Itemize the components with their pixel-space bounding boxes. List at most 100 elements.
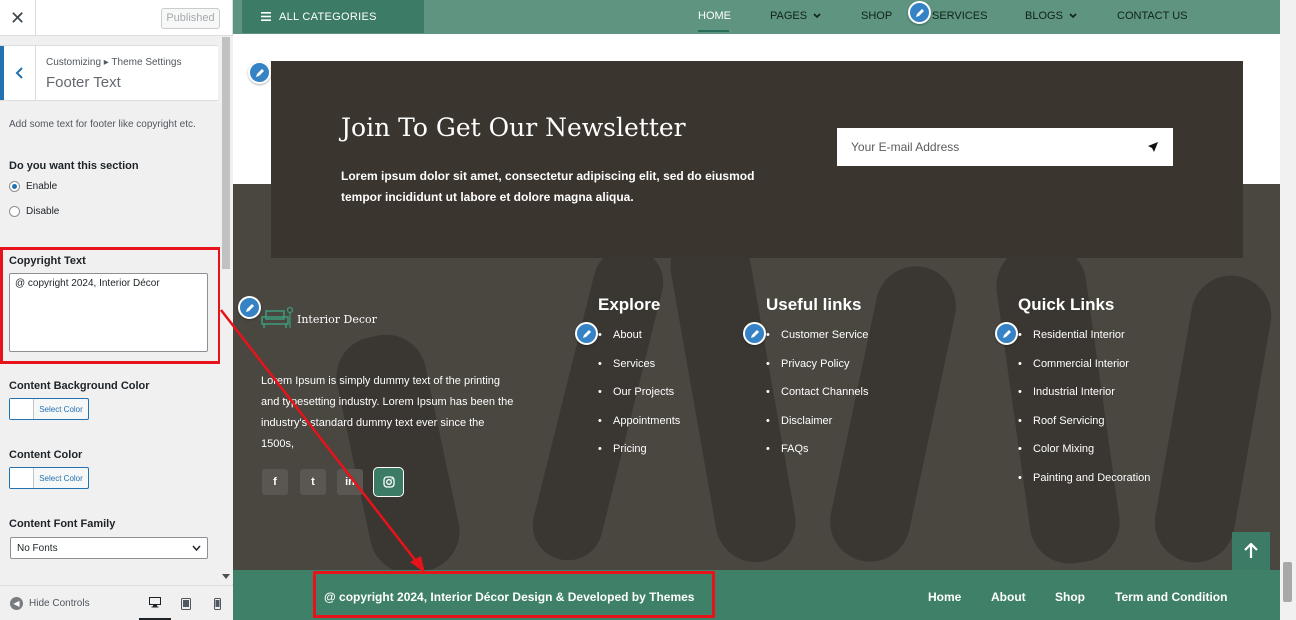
explore-title: Explore [598, 295, 661, 314]
footer-link[interactable]: Pricing [598, 438, 680, 467]
mobile-preview-button[interactable] [201, 586, 233, 620]
nav-blogs[interactable]: BLOGS [1025, 10, 1077, 22]
panel-header: ✕ Published [0, 0, 232, 36]
font-family-select[interactable]: No Fonts [10, 537, 208, 559]
radio-disable-label: Disable [26, 206, 60, 217]
section-toggle-label: Do you want this section [9, 160, 139, 172]
footer-about-text: Lorem Ipsum is simply dummy text of the … [261, 375, 514, 450]
published-button[interactable]: Published [161, 8, 220, 29]
page-scroll-thumb[interactable] [1283, 562, 1292, 602]
chevron-down-icon [1069, 13, 1077, 19]
desktop-icon [149, 596, 161, 607]
footer-link[interactable]: Appointments [598, 410, 680, 439]
radio-enable-label: Enable [26, 181, 58, 192]
nav-contact[interactable]: CONTACT US [1117, 10, 1188, 22]
footer-link[interactable]: Services [598, 353, 680, 382]
tablet-icon [181, 597, 191, 610]
color-swatch [10, 468, 34, 488]
radio-enable-input[interactable] [9, 181, 20, 192]
edit-pencil-icon[interactable] [575, 322, 598, 345]
radio-enable[interactable]: Enable [9, 181, 57, 192]
panel-scroll-thumb[interactable] [222, 37, 230, 269]
newsletter-title: Join To Get Our Newsletter [341, 113, 686, 142]
footer-link[interactable]: Roof Servicing [1018, 410, 1150, 439]
breadcrumb: Customizing ▸ Theme Settings [46, 57, 182, 68]
footer-nav-terms[interactable]: Term and Condition [1115, 590, 1227, 604]
edit-pencil-icon[interactable] [248, 61, 271, 84]
bg-color-button[interactable]: Select Color [9, 398, 89, 420]
all-categories-label: ALL CATEGORIES [279, 10, 377, 23]
all-categories-button[interactable]: ALL CATEGORIES [242, 0, 424, 33]
quick-links-title: Quick Links [1018, 295, 1115, 314]
instagram-icon[interactable] [373, 467, 404, 497]
menu-icon [261, 12, 271, 21]
footer-link[interactable]: Color Mixing [1018, 438, 1150, 467]
hide-controls-label: Hide Controls [29, 597, 90, 609]
nav-blogs-label: BLOGS [1025, 10, 1063, 22]
newsletter-text: Lorem ipsum dolor sit amet, consectetur … [341, 169, 755, 204]
send-icon[interactable] [1147, 141, 1159, 153]
newsletter-email-input[interactable]: Your E-mail Address [837, 128, 1173, 166]
bg-chair-shape [1148, 269, 1278, 569]
footer-logo[interactable]: Interior Decor [260, 306, 377, 332]
desktop-preview-button[interactable] [139, 586, 171, 620]
tablet-preview-button[interactable] [170, 586, 202, 620]
font-family-label: Content Font Family [9, 518, 116, 530]
page-scrollbar[interactable] [1280, 0, 1296, 620]
mobile-icon [213, 597, 221, 610]
facebook-icon[interactable]: f [262, 469, 288, 495]
collapse-icon: ◀ [10, 596, 23, 610]
footer-link[interactable]: Disclaimer [766, 410, 868, 439]
color-swatch [10, 399, 34, 419]
customizer-panel: ✕ Published Customizing ▸ Theme Settings… [0, 0, 233, 620]
edit-pencil-icon[interactable] [743, 322, 766, 345]
highlight-box-copyright-output [313, 571, 715, 618]
email-placeholder: Your E-mail Address [851, 140, 960, 154]
main-nav: ALL CATEGORIES HOME PAGES SHOP SERVICES … [233, 0, 1280, 34]
footer-link[interactable]: Painting and Decoration [1018, 467, 1150, 496]
radio-disable[interactable]: Disable [9, 206, 59, 217]
chevron-left-icon [15, 67, 23, 79]
footer-link[interactable]: Contact Channels [766, 381, 868, 410]
section-title: Footer Text [46, 74, 121, 91]
footer-link[interactable]: Commercial Interior [1018, 353, 1150, 382]
footer-link[interactable]: Privacy Policy [766, 353, 868, 382]
select-color-label: Select Color [39, 473, 83, 483]
nav-shop[interactable]: SHOP [861, 10, 892, 22]
linkedin-icon[interactable]: in [337, 469, 363, 495]
sofa-logo-icon [261, 306, 294, 328]
edit-pencil-icon[interactable] [238, 296, 261, 319]
footer-link[interactable]: Residential Interior [1018, 324, 1150, 353]
footer-link[interactable]: Our Projects [598, 381, 680, 410]
footer-nav-shop[interactable]: Shop [1055, 590, 1085, 604]
edit-pencil-icon[interactable] [995, 322, 1018, 345]
close-icon[interactable]: ✕ [0, 0, 36, 36]
footer-link[interactable]: Industrial Interior [1018, 381, 1150, 410]
nav-pages[interactable]: PAGES [770, 10, 821, 22]
section-description: Add some text for footer like copyright … [9, 119, 196, 130]
quick-links-list: Residential Interior Commercial Interior… [1018, 324, 1150, 495]
twitter-icon[interactable]: t [300, 469, 326, 495]
nav-home[interactable]: HOME [698, 10, 731, 22]
bg-color-label: Content Background Color [9, 380, 150, 392]
useful-links-list: Customer Service Privacy Policy Contact … [766, 324, 868, 467]
footer-link[interactable]: FAQs [766, 438, 868, 467]
edit-pencil-icon[interactable] [908, 1, 931, 24]
content-color-label: Content Color [9, 449, 83, 461]
nav-services[interactable]: SERVICES [932, 10, 987, 22]
highlight-box-copyright-field [0, 247, 221, 364]
scroll-down-icon[interactable] [222, 574, 230, 580]
active-underline [698, 30, 729, 32]
logo-text: Interior Decor [297, 312, 377, 326]
footer-link[interactable]: Customer Service [766, 324, 868, 353]
footer-nav-about[interactable]: About [991, 590, 1026, 604]
footer-nav-home[interactable]: Home [928, 590, 961, 604]
radio-disable-input[interactable] [9, 206, 20, 217]
footer-link[interactable]: About [598, 324, 680, 353]
section-header: Customizing ▸ Theme Settings Footer Text [0, 45, 218, 101]
content-color-button[interactable]: Select Color [9, 467, 89, 489]
hide-controls-button[interactable]: ◀ Hide Controls [10, 596, 90, 610]
nav-pages-label: PAGES [770, 10, 808, 22]
back-button[interactable] [0, 46, 36, 100]
scroll-to-top-button[interactable] [1232, 532, 1270, 570]
